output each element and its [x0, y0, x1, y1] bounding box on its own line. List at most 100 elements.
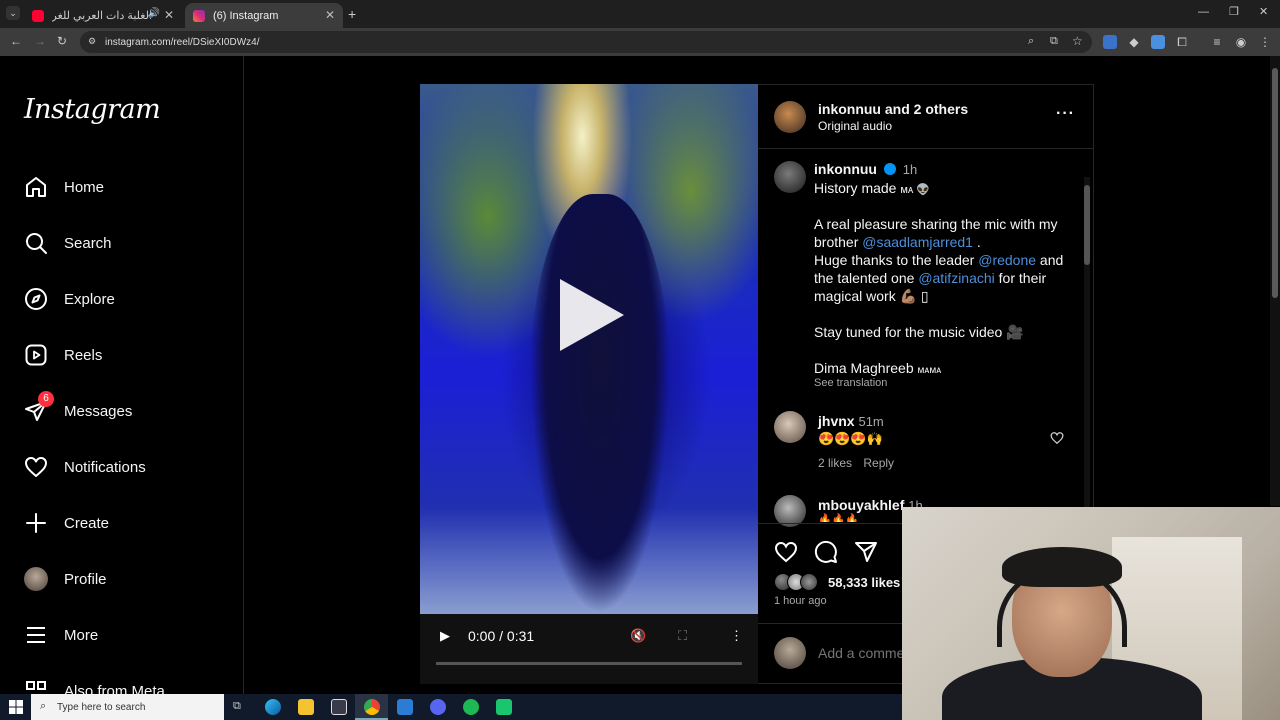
- mention-link[interactable]: @atifzinachi: [918, 270, 994, 286]
- close-tab-icon[interactable]: ✕: [164, 8, 174, 22]
- likes-count[interactable]: 58,333 likes: [828, 575, 900, 590]
- liker-avatar: [800, 573, 818, 591]
- tab-search-button[interactable]: ⌄: [6, 6, 20, 20]
- sidebar-item-reels[interactable]: Reels: [22, 335, 232, 375]
- share-icon[interactable]: [854, 540, 878, 569]
- reload-icon[interactable]: ↻: [57, 34, 67, 48]
- video-frame[interactable]: [420, 84, 758, 614]
- forward-icon[interactable]: →: [34, 34, 46, 48]
- task-view-icon[interactable]: ⧉: [233, 700, 241, 713]
- video-menu-icon[interactable]: ⋮: [730, 628, 743, 644]
- likers-avatars[interactable]: [774, 573, 822, 591]
- restore-icon[interactable]: ❐: [1229, 5, 1239, 18]
- caption-blank: [814, 197, 1074, 215]
- video-progress-bar[interactable]: [436, 662, 742, 665]
- scrollbar-thumb[interactable]: [1272, 68, 1278, 298]
- audio-icon[interactable]: 🔊: [148, 8, 160, 19]
- spotify-icon[interactable]: [463, 699, 479, 715]
- windows-start-icon[interactable]: [9, 700, 23, 714]
- sidebar-item-search[interactable]: Search: [22, 223, 232, 263]
- menu-icon: [22, 621, 50, 649]
- sidebar-item-notifications[interactable]: Notifications: [22, 447, 232, 487]
- close-tab-icon[interactable]: ✕: [325, 8, 335, 22]
- caption-text-segment: Dima Maghreeb: [814, 360, 918, 376]
- video-controls: ▶ 0:00 / 0:31 🔇 ⛶ ⋮: [420, 614, 758, 684]
- comment-likes[interactable]: 2 likes: [818, 456, 852, 470]
- sidebar-item-label: Messages: [64, 402, 133, 420]
- play-overlay-icon[interactable]: [560, 279, 624, 351]
- reel-video[interactable]: ▶ 0:00 / 0:31 🔇 ⛶ ⋮: [420, 84, 758, 684]
- compass-icon: [22, 285, 50, 313]
- comment-user[interactable]: jhvnx: [818, 413, 855, 429]
- zoom-icon[interactable]: ⌕: [1028, 35, 1034, 48]
- address-bar[interactable]: ⚙ instagram.com/reel/DSieXI0DWz4/ ⌕ ⧉ ☆: [80, 31, 1092, 53]
- caption-author[interactable]: inkonnuu: [814, 161, 877, 177]
- sidebar-item-home[interactable]: Home: [22, 167, 232, 207]
- profile-icon[interactable]: ◉: [1234, 35, 1248, 49]
- profile-avatar-wrap: [22, 565, 50, 593]
- mention-link[interactable]: @redone: [978, 252, 1036, 268]
- site-info-icon[interactable]: ⚙: [88, 36, 96, 47]
- app-icon[interactable]: [496, 699, 512, 715]
- tab-youtube[interactable]: الغلبة دات العربي للغرفة شا 🔊 ✕: [24, 3, 182, 28]
- caption-avatar[interactable]: [774, 161, 806, 193]
- chrome-icon[interactable]: [364, 699, 380, 715]
- windows-taskbar: ⌕ Type here to search ⧉: [0, 694, 902, 720]
- profile-avatar: [24, 567, 48, 591]
- sidebar-item-label: Search: [64, 234, 112, 252]
- post-time[interactable]: 1 hour ago: [774, 595, 827, 607]
- edge-icon[interactable]: [265, 699, 281, 715]
- author-avatar[interactable]: [774, 101, 806, 133]
- fullscreen-icon[interactable]: ⛶: [678, 628, 687, 644]
- extension-icon[interactable]: [1151, 35, 1165, 49]
- caption-text-segment: ᴍᴀ 👽: [900, 184, 931, 196]
- url-text: instagram.com/reel/DSieXI0DWz4/: [105, 36, 260, 48]
- comment-like-icon[interactable]: [1050, 431, 1064, 450]
- tab-instagram[interactable]: (6) Instagram ✕: [185, 3, 343, 28]
- extension-diamond-icon[interactable]: ◆: [1127, 35, 1141, 49]
- comment-avatar[interactable]: [774, 411, 806, 443]
- instagram-logo[interactable]: Instagram: [24, 94, 161, 125]
- new-tab-icon[interactable]: +: [348, 6, 356, 22]
- messages-badge: 6: [38, 391, 54, 407]
- close-window-icon[interactable]: ✕: [1259, 5, 1268, 18]
- original-audio[interactable]: Original audio: [818, 119, 892, 133]
- post-author[interactable]: inkonnuu: [818, 101, 881, 117]
- comment-reply[interactable]: Reply: [863, 456, 894, 470]
- caption-line: Huge thanks to the leader @redone and: [814, 251, 1074, 269]
- sidebar-item-label: Reels: [64, 346, 103, 364]
- sidebar-item-more[interactable]: More: [22, 615, 232, 655]
- sidebar-item-explore[interactable]: Explore: [22, 279, 232, 319]
- like-icon[interactable]: [774, 540, 798, 569]
- minimize-icon[interactable]: —: [1198, 6, 1209, 18]
- file-explorer-icon[interactable]: [298, 699, 314, 715]
- more-options-icon[interactable]: ···: [1056, 105, 1075, 123]
- extension-translate-icon[interactable]: [1103, 35, 1117, 49]
- taskbar-search[interactable]: ⌕ Type here to search: [31, 694, 224, 720]
- see-translation-link[interactable]: See translation: [814, 377, 1074, 391]
- post-and-others[interactable]: and 2 others: [885, 101, 968, 117]
- comment-user[interactable]: mbouyakhlef: [818, 497, 904, 513]
- sidebar-item-messages[interactable]: 6 Messages: [22, 391, 232, 431]
- chrome-menu-icon[interactable]: ⋮: [1258, 35, 1272, 49]
- play-icon[interactable]: ▶: [440, 628, 450, 644]
- page-scrollbar[interactable]: [1270, 56, 1280, 506]
- mention-link[interactable]: @saadlamjarred1: [862, 234, 973, 250]
- scrollbar-thumb[interactable]: [1084, 185, 1090, 265]
- comment-icon[interactable]: [814, 540, 838, 569]
- messages-icon: 6: [22, 391, 54, 425]
- sidebar-item-create[interactable]: Create: [22, 503, 232, 543]
- sidebar-item-profile[interactable]: Profile: [22, 559, 232, 599]
- back-icon[interactable]: ←: [10, 34, 22, 48]
- extensions-puzzle-icon[interactable]: ⧠: [1175, 35, 1189, 49]
- install-app-icon[interactable]: ⧉: [1050, 35, 1058, 48]
- search-icon: ⌕: [40, 700, 47, 712]
- store-icon[interactable]: [331, 699, 347, 715]
- bookmark-star-icon[interactable]: ☆: [1072, 34, 1083, 48]
- outlook-icon[interactable]: [397, 699, 413, 715]
- discord-icon[interactable]: [430, 699, 446, 715]
- sidebar-item-also-from-meta[interactable]: Also from Meta: [22, 671, 232, 694]
- mute-icon[interactable]: 🔇: [630, 628, 646, 644]
- meta-icon: [22, 677, 50, 694]
- reading-list-icon[interactable]: ≡: [1210, 35, 1224, 49]
